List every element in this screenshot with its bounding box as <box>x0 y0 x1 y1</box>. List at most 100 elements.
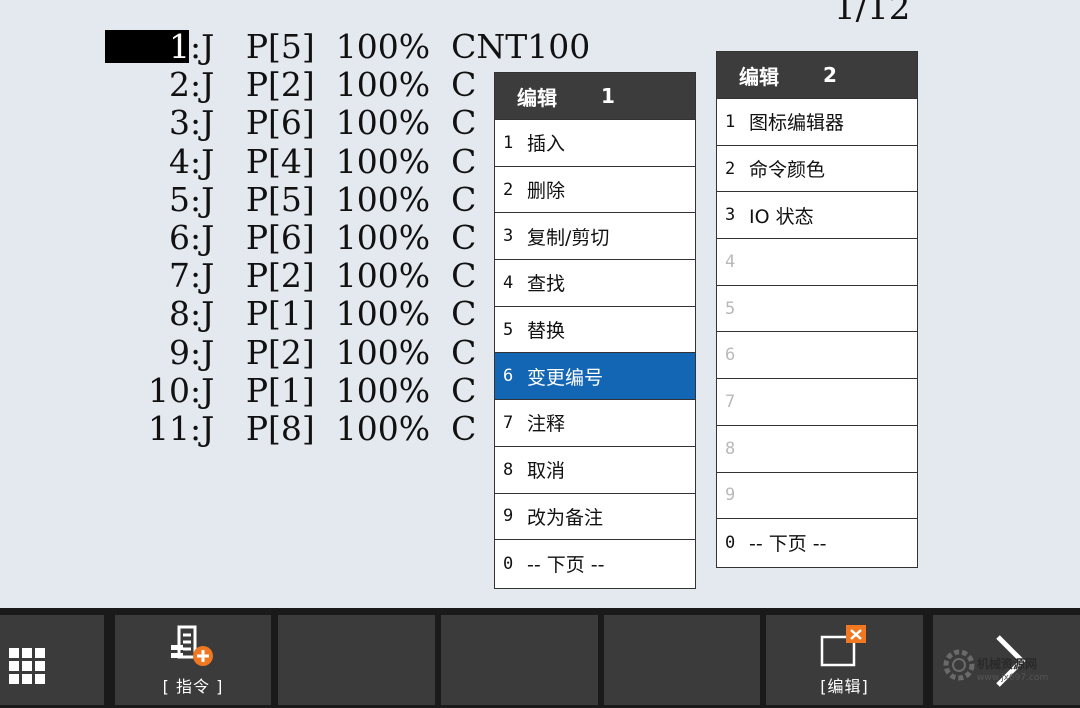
edit-menu-2-header: 编辑 2 <box>717 52 917 99</box>
instruction-label: [ 指令 ] <box>162 677 224 696</box>
line-instruction: :J P[6] 100% C <box>190 218 477 257</box>
line-number: 11 <box>148 409 190 448</box>
menu1-item[interactable]: 9 改为备注 <box>495 494 695 541</box>
menu2-item[interactable]: 4 <box>717 239 917 286</box>
menu-item-number: 8 <box>725 438 736 459</box>
line-number: 7 <box>169 256 190 296</box>
menu-item-number: 8 <box>503 459 514 480</box>
menu-item-number: 3 <box>725 205 736 226</box>
menu1-item[interactable]: 4 查找 <box>495 260 695 307</box>
menu-item-label: 注释 <box>527 413 566 436</box>
line-number: 10 <box>148 370 190 410</box>
edit-softkey[interactable]: [编辑] <box>766 615 923 705</box>
softkey-bar: [ 指令 ] [编辑] 机械资源网 www.jx697.com <box>0 608 1080 708</box>
softkey-5[interactable] <box>604 615 760 705</box>
line-instruction: :J P[2] 100% C <box>190 332 477 372</box>
edit-menu-2-number: 2 <box>823 63 837 87</box>
menu1-item[interactable]: 3 复制/剪切 <box>495 213 695 261</box>
program-editor: 1/12 1:J P[5] 100% CNT100 2:J P[2] 100% C… <box>0 0 1080 608</box>
menu2-item[interactable]: 3 IO 状态 <box>717 192 917 240</box>
softkey-4[interactable] <box>441 615 598 705</box>
menu-item-label: 删除 <box>527 180 566 203</box>
line-instruction: :J P[1] 100% C <box>190 370 477 410</box>
line-instruction: :J P[8] 100% C <box>190 409 477 448</box>
edit-menu-1-number: 1 <box>601 84 615 108</box>
menu2-item[interactable]: 6 <box>717 332 917 380</box>
line-instruction: :J P[5] 100% CNT100 <box>190 27 591 66</box>
edit-menu-2-title: 编辑 <box>739 64 779 89</box>
line-number: 6 <box>169 218 190 257</box>
menu1-item[interactable]: 0 -- 下页 -- <box>495 540 695 587</box>
next-page-button[interactable]: 机械资源网 www.jx697.com <box>933 615 1080 705</box>
menu2-item[interactable]: 7 <box>717 379 917 426</box>
line-number: 5 <box>169 179 190 219</box>
menu-item-number: 0 <box>503 553 514 574</box>
menu2-item[interactable]: 5 <box>717 286 917 333</box>
menu-item-label: 变更编号 <box>527 366 604 389</box>
line-instruction: :J P[2] 100% C <box>190 65 477 105</box>
menu1-item[interactable]: 6 变更编号 <box>495 353 695 401</box>
menu-item-number: 4 <box>503 272 514 293</box>
menu-item-number: 5 <box>503 319 514 340</box>
menu-item-label: 替换 <box>527 320 566 343</box>
line-number: 8 <box>169 294 190 334</box>
menu-item-label: 复制/剪切 <box>527 226 610 249</box>
menu2-item[interactable]: 0 -- 下页 -- <box>717 519 917 566</box>
edit-menu-1: 编辑 1 1 插入 2 删除 3 复制/剪切 4 查找 5 替换 6 变更编号 7 注释 8 取消 9 改为备注 0… <box>494 72 696 589</box>
menu1-item[interactable]: 2 删除 <box>495 167 695 214</box>
menu-item-label: IO 状态 <box>749 205 814 228</box>
program-line[interactable]: 1:J P[5] 100% CNT100 <box>0 27 1080 66</box>
watermark-url: www.jx697.com <box>977 673 1049 683</box>
menu-item-label: 取消 <box>527 460 566 483</box>
menu-item-number: 1 <box>503 132 514 153</box>
menu-item-label: 查找 <box>527 273 566 296</box>
menu-item-number: 5 <box>725 298 736 319</box>
watermark-text: 机械资源网 <box>977 657 1038 671</box>
menu1-item[interactable]: 5 替换 <box>495 307 695 354</box>
line-instruction: :J P[1] 100% C <box>190 294 477 334</box>
menu-item-number: 6 <box>725 345 736 366</box>
menu-item-label: -- 下页 -- <box>527 554 605 577</box>
edit-label: [编辑] <box>820 677 869 696</box>
menu-item-number: 0 <box>725 532 736 553</box>
menu1-item[interactable]: 1 插入 <box>495 120 695 167</box>
line-instruction: :J P[2] 100% C <box>190 256 477 296</box>
menu2-item[interactable]: 9 <box>717 473 917 520</box>
menu-item-number: 7 <box>503 412 514 433</box>
menu-item-label: 图标编辑器 <box>749 112 845 135</box>
page-indicator: 1/12 <box>834 0 911 28</box>
menu-item-label: 改为备注 <box>527 506 604 529</box>
menu-item-number: 2 <box>725 158 736 179</box>
edit-window-icon <box>820 625 866 667</box>
line-number: 2 <box>169 65 190 105</box>
menu-item-number: 3 <box>503 226 514 247</box>
line-number: 4 <box>169 141 190 181</box>
grid-icon <box>9 648 45 684</box>
line-instruction: :J P[6] 100% C <box>190 103 477 143</box>
menu-item-number: 1 <box>725 111 736 132</box>
menu-item-number: 6 <box>503 366 514 387</box>
edit-menu-1-title: 编辑 <box>517 85 557 110</box>
line-instruction: :J P[4] 100% C <box>190 141 477 181</box>
edit-menu-2: 编辑 2 1 图标编辑器 2 命令颜色 3 IO 状态 4 5 6 7 8 9 0 -- 下页 -- <box>716 51 918 568</box>
menu1-item[interactable]: 8 取消 <box>495 447 695 494</box>
line-number: 9 <box>169 332 190 372</box>
line-instruction: :J P[5] 100% C <box>190 179 477 219</box>
line-number: 1 <box>169 27 190 66</box>
menu1-item[interactable]: 7 注释 <box>495 400 695 447</box>
softkey-3[interactable] <box>278 615 435 705</box>
menu-item-label: 命令颜色 <box>749 159 826 182</box>
menu-item-number: 9 <box>503 506 514 527</box>
add-instruction-icon <box>171 625 213 666</box>
instruction-softkey[interactable]: [ 指令 ] <box>115 615 271 705</box>
menu-item-number: 9 <box>725 485 736 506</box>
menu2-item[interactable]: 8 <box>717 426 917 473</box>
menu2-item[interactable]: 1 图标编辑器 <box>717 99 917 146</box>
menu-item-label: 插入 <box>527 133 566 156</box>
menu-item-number: 7 <box>725 391 736 412</box>
menu-grid-button[interactable] <box>0 615 104 705</box>
edit-menu-1-header: 编辑 1 <box>495 73 695 120</box>
menu-item-number: 2 <box>503 179 514 200</box>
menu2-item[interactable]: 2 命令颜色 <box>717 146 917 193</box>
line-number: 3 <box>169 103 190 143</box>
